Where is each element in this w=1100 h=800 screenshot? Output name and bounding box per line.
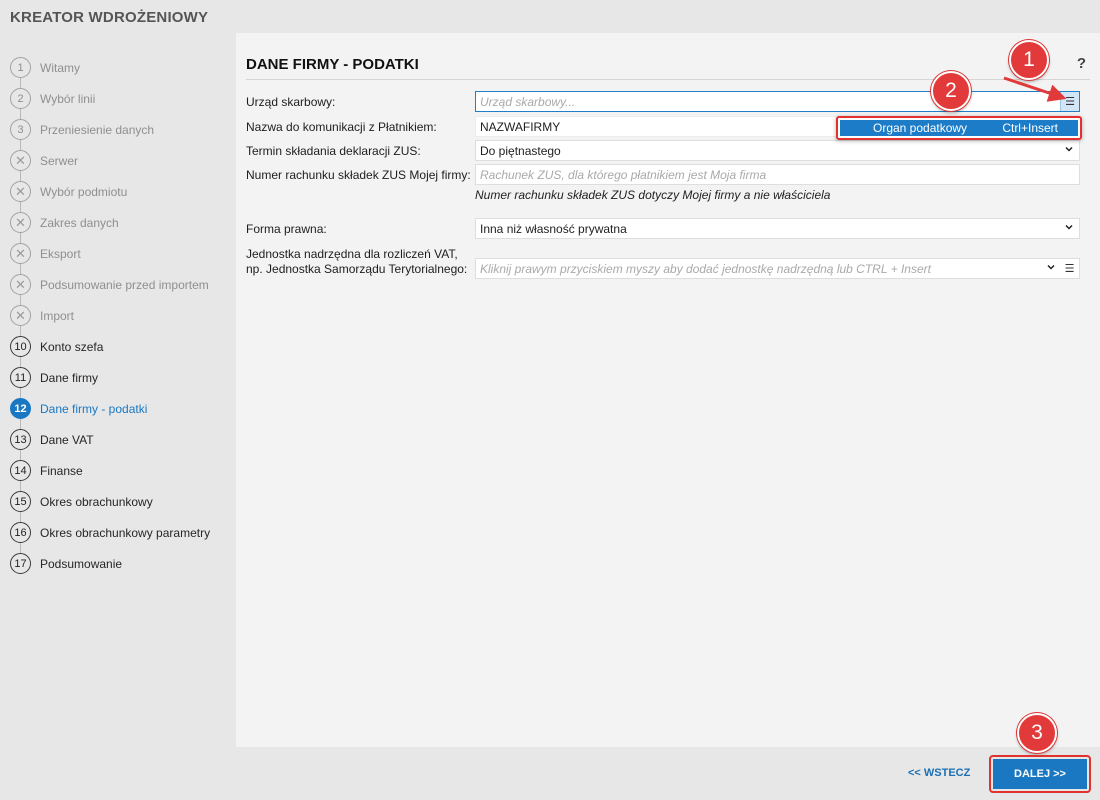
step-label: Podsumowanie przed importem — [40, 277, 209, 292]
step-okres-obrachunkowy[interactable]: 15 Okres obrachunkowy — [10, 486, 235, 517]
step-label: Dane VAT — [40, 432, 94, 447]
step-label: Konto szefa — [40, 339, 104, 354]
payer-name-label: Nazwa do komunikacji z Płatnikiem: — [246, 120, 437, 134]
skipped-icon: ✕ — [10, 150, 31, 171]
step-label: Import — [40, 308, 75, 323]
context-menu: Organ podatkowy Ctrl+Insert — [836, 116, 1082, 140]
step-label: Eksport — [40, 246, 81, 261]
step-podsumowanie[interactable]: 17 Podsumowanie — [10, 548, 235, 579]
menu-item-label: Organ podatkowy — [873, 121, 968, 135]
step-number: 11 — [10, 367, 31, 388]
step-label: Wybór podmiotu — [40, 184, 128, 199]
vat-parent-label-line1: Jednostka nadrzędna dla rozliczeń VAT, — [246, 247, 458, 261]
step-dane-firmy[interactable]: 11 Dane firmy — [10, 362, 235, 393]
chevron-down-icon — [1065, 146, 1073, 152]
step-okres-obrachunkowy-parametry[interactable]: 16 Okres obrachunkowy parametry — [10, 517, 235, 548]
step-label: Wybór linii — [40, 91, 96, 106]
step-number: 13 — [10, 429, 31, 450]
menu-item-shortcut: Ctrl+Insert — [1002, 121, 1058, 135]
zus-deadline-label: Termin składania deklaracji ZUS: — [246, 144, 421, 158]
step-number: 15 — [10, 491, 31, 512]
step-label: Zakres danych — [40, 215, 119, 230]
skipped-icon: ✕ — [10, 181, 31, 202]
step-label: Dane firmy — [40, 370, 99, 385]
menu-item-organ-podatkowy[interactable]: Organ podatkowy Ctrl+Insert — [840, 120, 1078, 136]
legal-form-label: Forma prawna: — [246, 222, 327, 236]
skipped-icon: ✕ — [10, 305, 31, 326]
step-label: Witamy — [40, 60, 80, 75]
step-wybor-podmiotu[interactable]: ✕ Wybór podmiotu — [10, 176, 235, 207]
callout-badge-3: 3 — [1017, 713, 1057, 753]
step-number: 14 — [10, 460, 31, 481]
step-wybor-linii[interactable]: 2 Wybór linii — [10, 83, 235, 114]
step-konto-szefa[interactable]: 10 Konto szefa — [10, 331, 235, 362]
step-label: Finanse — [40, 463, 83, 478]
step-dane-firmy-podatki[interactable]: 12 Dane firmy - podatki — [10, 393, 235, 424]
step-number: 1 — [10, 57, 31, 78]
step-witamy[interactable]: 1 Witamy — [10, 52, 235, 83]
zus-account-field[interactable] — [475, 164, 1080, 185]
zus-deadline-select[interactable]: Do piętnastego — [475, 140, 1080, 161]
step-label: Serwer — [40, 153, 79, 168]
zus-account-input[interactable] — [480, 167, 1079, 182]
vat-parent-placeholder: Kliknij prawym przyciskiem myszy aby dod… — [480, 261, 931, 276]
step-number: 12 — [10, 398, 31, 419]
help-icon[interactable]: ? — [1077, 55, 1086, 72]
step-label: Podsumowanie — [40, 556, 123, 571]
vat-parent-label-line2: np. Jednostka Samorządu Terytorialnego: — [246, 262, 468, 276]
skipped-icon: ✕ — [10, 274, 31, 295]
legal-form-select[interactable]: Inna niż własność prywatna — [475, 218, 1080, 239]
step-number: 10 — [10, 336, 31, 357]
back-button[interactable]: << WSTECZ — [908, 767, 970, 779]
chevron-down-icon[interactable] — [1047, 263, 1055, 271]
step-number: 16 — [10, 522, 31, 543]
tax-office-field[interactable]: ☰ — [475, 91, 1080, 112]
payer-name-value: NAZWAFIRMY — [480, 119, 561, 134]
legal-form-value: Inna niż własność prywatna — [480, 221, 627, 236]
step-number: 2 — [10, 88, 31, 109]
zus-account-label: Numer rachunku składek ZUS Mojej firmy: — [246, 168, 471, 182]
step-number: 3 — [10, 119, 31, 140]
tax-office-input[interactable] — [480, 94, 1079, 109]
chevron-down-icon — [1065, 224, 1073, 230]
step-eksport[interactable]: ✕ Eksport — [10, 238, 235, 269]
wizard-steps: 1 Witamy 2 Wybór linii 3 Przeniesienie dany… — [10, 52, 235, 579]
step-serwer[interactable]: ✕ Serwer — [10, 145, 235, 176]
next-button[interactable]: DALEJ >> — [993, 759, 1087, 789]
skipped-icon: ✕ — [10, 243, 31, 264]
step-zakres-danych[interactable]: ✕ Zakres danych — [10, 207, 235, 238]
page-title: DANE FIRMY - PODATKI — [246, 56, 419, 73]
vat-parent-field[interactable]: Kliknij prawym przyciskiem myszy aby dod… — [475, 258, 1080, 279]
skipped-icon: ✕ — [10, 212, 31, 233]
menu-icon[interactable]: ☰ — [1060, 259, 1079, 278]
step-label: Przeniesienie danych — [40, 122, 155, 137]
step-label: Okres obrachunkowy parametry — [40, 525, 211, 540]
callout-badge-1: 1 — [1009, 40, 1049, 80]
step-label: Dane firmy - podatki — [40, 401, 148, 416]
zus-deadline-value: Do piętnastego — [480, 143, 561, 158]
content-panel: DANE FIRMY - PODATKI ? Urząd skarbowy: ☰… — [236, 33, 1100, 747]
zus-account-hint: Numer rachunku składek ZUS dotyczy Mojej… — [475, 188, 831, 202]
app-title: KREATOR WDROŻENIOWY — [10, 9, 209, 26]
step-przeniesienie-danych[interactable]: 3 Przeniesienie danych — [10, 114, 235, 145]
step-number: 17 — [10, 553, 31, 574]
callout-badge-2: 2 — [931, 71, 971, 111]
step-dane-vat[interactable]: 13 Dane VAT — [10, 424, 235, 455]
tax-office-label: Urząd skarbowy: — [246, 95, 336, 109]
step-finanse[interactable]: 14 Finanse — [10, 455, 235, 486]
step-podsumowanie-przed-importem[interactable]: ✕ Podsumowanie przed importem — [10, 269, 235, 300]
step-label: Okres obrachunkowy — [40, 494, 153, 509]
next-button-highlight: DALEJ >> — [989, 755, 1091, 793]
step-import[interactable]: ✕ Import — [10, 300, 235, 331]
